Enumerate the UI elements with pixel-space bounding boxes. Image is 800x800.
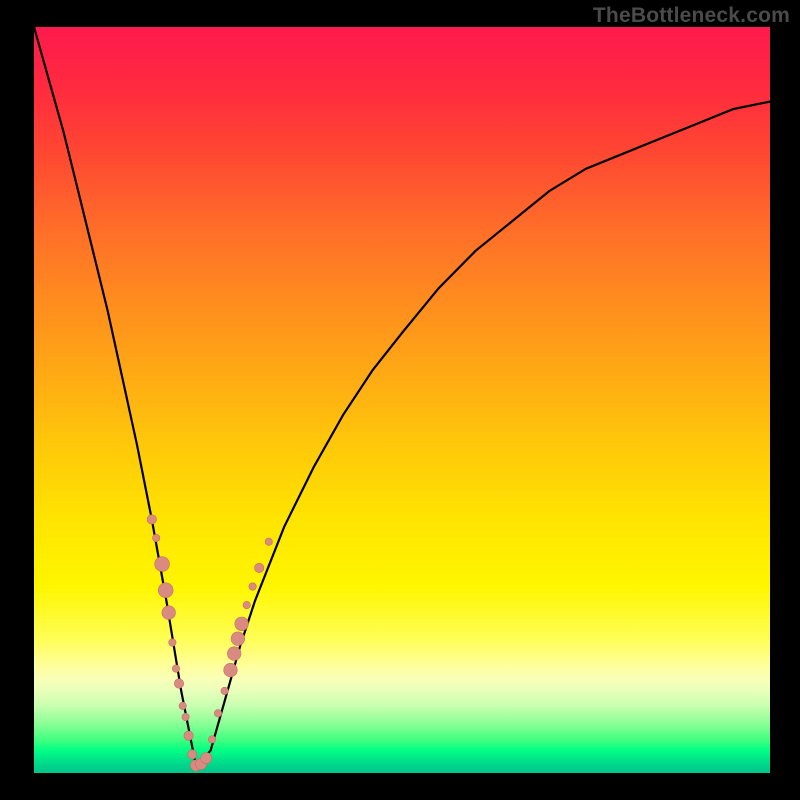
data-marker <box>179 702 186 709</box>
data-marker <box>196 758 207 769</box>
data-marker <box>214 710 221 717</box>
data-marker <box>172 665 179 672</box>
plot-area <box>34 27 770 773</box>
data-marker <box>174 679 183 688</box>
data-marker <box>224 663 238 677</box>
data-marker <box>158 583 173 598</box>
data-marker <box>201 753 212 764</box>
data-marker <box>255 563 264 572</box>
data-marker <box>227 647 241 661</box>
watermark-text: TheBottleneck.com <box>593 4 790 28</box>
data-marker <box>169 639 176 646</box>
data-marker <box>182 713 189 720</box>
data-marker <box>249 583 256 590</box>
data-marker <box>190 760 201 771</box>
curve-svg <box>34 27 770 773</box>
chart-stage: TheBottleneck.com <box>0 0 800 800</box>
curve-layer <box>34 27 770 766</box>
data-marker <box>147 515 156 524</box>
data-marker <box>243 601 250 608</box>
data-marker <box>231 632 245 646</box>
data-marker <box>162 606 176 620</box>
data-marker <box>265 538 272 545</box>
data-marker <box>188 750 197 759</box>
data-markers <box>147 515 272 771</box>
data-marker <box>221 687 228 694</box>
data-marker <box>208 736 215 743</box>
bottleneck-curve <box>34 27 770 766</box>
data-marker <box>153 534 160 541</box>
data-marker <box>184 731 193 740</box>
data-marker <box>155 557 170 572</box>
data-marker <box>235 617 249 631</box>
